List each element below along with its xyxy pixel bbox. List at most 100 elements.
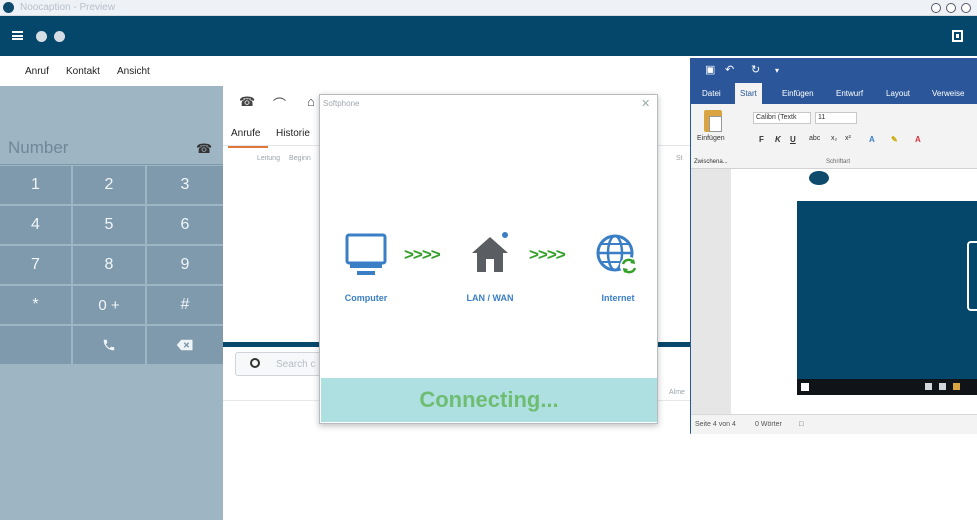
tab-layout[interactable]: Layout <box>886 89 910 98</box>
word-quick-access-bar: ▣ ↶ ↻ ▾ <box>691 58 977 83</box>
font-color-icon[interactable]: A <box>915 135 921 144</box>
font-group-label: Schriftart <box>826 159 851 165</box>
font-size-select[interactable]: 11 <box>815 112 857 124</box>
tab-verweise[interactable]: Verweise <box>932 89 964 98</box>
proofing-icon[interactable]: □ <box>799 421 803 428</box>
dialog-title: Softphone <box>323 99 360 108</box>
windows-logo-icon <box>801 383 809 391</box>
subscript-icon[interactable]: x₂ <box>831 135 837 142</box>
tab-entwurf[interactable]: Entwurf <box>836 89 863 98</box>
key-8[interactable]: 8 <box>73 246 145 284</box>
column-status: St <box>676 155 683 162</box>
company-logo-icon <box>809 171 829 185</box>
paste-icon[interactable] <box>704 110 722 132</box>
computer-label: Computer <box>344 293 388 303</box>
key-blank <box>0 326 71 364</box>
keypad: 1 2 3 4 5 6 7 8 9 * 0 + # <box>0 166 223 364</box>
word-ribbon: Einfügen Zwischenа... Calibri (Textk 11 … <box>691 104 977 169</box>
globe-sync-icon <box>596 234 638 275</box>
column-label-right: Alme <box>669 389 685 396</box>
taskbar-app-icon <box>939 383 946 390</box>
dialog-close-icon[interactable]: ✕ <box>641 97 650 110</box>
taskbar-app-icon <box>953 383 960 390</box>
customize-icon[interactable]: ▾ <box>775 66 779 75</box>
hamburger-menu-icon[interactable] <box>12 31 23 40</box>
top-toolbar <box>0 16 977 56</box>
save-icon[interactable]: ▣ <box>705 63 715 76</box>
number-input[interactable]: Number <box>8 138 68 158</box>
key-2[interactable]: 2 <box>73 166 145 204</box>
key-9[interactable]: 9 <box>147 246 223 284</box>
dialer-divider <box>0 164 223 165</box>
key-4[interactable]: 4 <box>0 206 71 244</box>
document-page[interactable] <box>731 169 977 414</box>
strikethrough-icon[interactable]: abc <box>809 135 820 142</box>
internet-label: Internet <box>601 293 635 303</box>
key-3[interactable]: 3 <box>147 166 223 204</box>
text-effects-icon[interactable]: A <box>869 135 875 144</box>
menu-bar: Anruf Kontakt Ansicht <box>0 56 690 86</box>
menu-item-anruf[interactable]: Anruf <box>25 66 49 77</box>
lan-wan-label: LAN / WAN <box>466 293 514 303</box>
taskbar <box>797 379 977 395</box>
window-title: Noocaption - Preview <box>20 2 116 13</box>
title-bar: Noocaption - Preview <box>0 0 977 16</box>
dialer-panel: Number ☎ 1 2 3 4 5 6 7 8 9 * 0 + # <box>0 86 223 520</box>
tab-start[interactable]: Start <box>735 83 762 104</box>
word-status-bar: Seite 4 von 4 0 Wörter □ <box>691 414 977 434</box>
status-page: Seite 4 von 4 <box>695 421 736 428</box>
tab-historie[interactable]: Historie <box>276 128 310 139</box>
undo-icon[interactable]: ↶ <box>725 63 734 76</box>
font-name-select[interactable]: Calibri (Textk <box>753 112 811 124</box>
backspace-icon <box>176 339 193 351</box>
underline-icon[interactable]: U <box>790 135 796 144</box>
backspace-button[interactable] <box>147 326 223 364</box>
taskbar-app-icon <box>925 383 932 390</box>
phone-icon <box>103 339 115 351</box>
menu-item-ansicht[interactable]: Ansicht <box>117 66 150 77</box>
highlight-icon[interactable]: ✎ <box>891 135 898 144</box>
minimize-button[interactable] <box>931 3 941 13</box>
phone-outline-icon <box>967 241 977 311</box>
bold-icon[interactable]: F <box>759 135 764 144</box>
tab-anrufe[interactable]: Anrufe <box>227 128 269 148</box>
status-dot-icon[interactable] <box>36 31 47 42</box>
key-hash[interactable]: # <box>147 286 223 324</box>
key-1[interactable]: 1 <box>0 166 71 204</box>
key-5[interactable]: 5 <box>73 206 145 244</box>
paste-label[interactable]: Einfügen <box>697 135 725 142</box>
key-6[interactable]: 6 <box>147 206 223 244</box>
transfer-icon[interactable]: ⌂ <box>307 94 315 109</box>
word-ribbon-tabs: Datei Start Einfügen Entwurf Layout Verw… <box>691 83 977 104</box>
contact-lookup-icon[interactable]: ☎ <box>196 141 212 157</box>
redo-icon[interactable]: ↻ <box>751 63 760 76</box>
italic-icon[interactable]: K <box>775 135 781 144</box>
key-star[interactable]: * <box>0 286 71 324</box>
tab-datei[interactable]: Datei <box>702 89 721 98</box>
key-7[interactable]: 7 <box>0 246 71 284</box>
document-area <box>691 169 977 414</box>
key-0[interactable]: 0 + <box>73 286 145 324</box>
computer-icon <box>345 233 387 275</box>
call-icon[interactable]: ☎ <box>239 94 255 110</box>
embedded-screenshot <box>797 201 977 395</box>
arrow-icon: >>>> <box>404 245 441 264</box>
layout-toggle-icon[interactable] <box>952 30 963 42</box>
word-window: ▣ ↶ ↻ ▾ Datei Start Einfügen Entwurf Lay… <box>690 58 977 434</box>
column-beginn: Beginn <box>289 155 311 162</box>
close-button[interactable] <box>961 3 971 13</box>
arrow-icon: >>>> <box>529 245 566 264</box>
connecting-status: Connecting... <box>321 378 657 422</box>
clipboard-group-label: Zwischenа... <box>694 159 728 165</box>
hangup-icon[interactable]: ⌒ <box>273 94 286 113</box>
presence-dot-icon[interactable] <box>54 31 65 42</box>
call-button[interactable] <box>73 326 145 364</box>
app-logo-icon <box>3 2 14 13</box>
tab-einfuegen[interactable]: Einfügen <box>782 89 814 98</box>
home-network-icon <box>472 232 508 272</box>
superscript-icon[interactable]: x² <box>845 135 851 142</box>
maximize-button[interactable] <box>946 3 956 13</box>
column-leitung: Leitung <box>257 155 280 162</box>
menu-item-kontakt[interactable]: Kontakt <box>66 66 100 77</box>
search-placeholder: Search c <box>276 359 316 370</box>
